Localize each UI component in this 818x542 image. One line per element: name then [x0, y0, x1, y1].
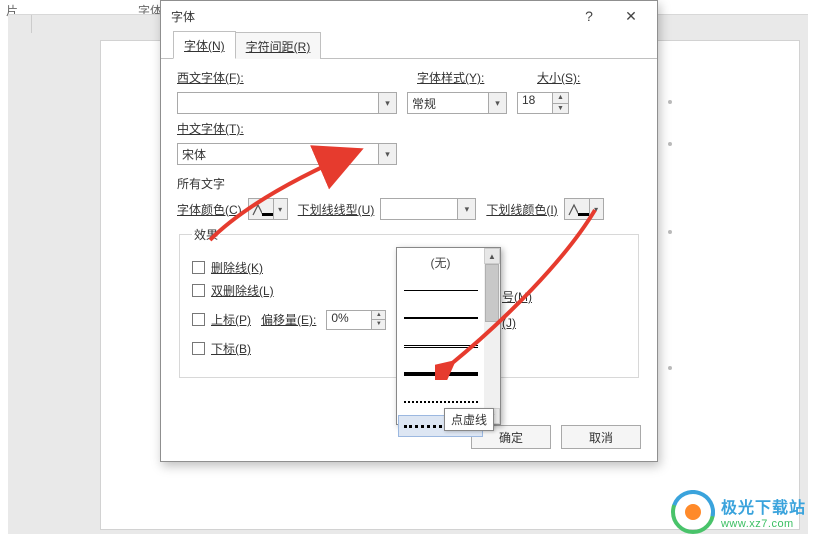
chevron-down-icon[interactable]: ▾: [457, 199, 475, 219]
dialog-tabs: 字体(N) 字符间距(R): [161, 31, 657, 59]
label-all-text: 所有文字: [177, 175, 641, 192]
chevron-down-icon[interactable]: ▾: [378, 93, 396, 113]
cancel-button[interactable]: 取消: [561, 425, 641, 449]
checkbox-superscript[interactable]: 上标(P): [192, 311, 251, 328]
underline-option-double[interactable]: [397, 332, 484, 360]
combo-asian-font-value: 宋体: [178, 146, 378, 163]
dialog-title: 字体: [171, 8, 569, 25]
combo-asian-font[interactable]: 宋体 ▾: [177, 143, 397, 165]
underline-style-dropdown: (无) ▲ ▼: [396, 247, 501, 425]
watermark-text-en: www.xz7.com: [721, 518, 806, 530]
dialog-titlebar: 字体 ? ✕: [161, 1, 657, 31]
checkbox-icon: [192, 342, 205, 355]
underline-color-swatch-icon: [565, 199, 589, 219]
handle-dot: [668, 230, 672, 234]
help-button[interactable]: ?: [569, 2, 609, 30]
label-font-style: 字体样式(Y):: [417, 69, 527, 86]
close-button[interactable]: ✕: [611, 2, 651, 30]
hidden-label-allcaps: (J): [502, 316, 516, 330]
handle-dot: [668, 366, 672, 370]
spin-offset[interactable]: 0% ▲ ▼: [326, 310, 386, 330]
label-effects: 效果: [192, 226, 220, 243]
font-color-button[interactable]: ▾: [248, 198, 288, 220]
underline-option-thick[interactable]: [397, 304, 484, 332]
checkbox-icon: [192, 284, 205, 297]
watermark-text-cn: 极光下载站: [721, 494, 806, 518]
checkbox-icon: [192, 261, 205, 274]
dialog-buttons: 确定 取消: [471, 425, 641, 449]
underline-option-none[interactable]: (无): [397, 248, 484, 276]
label-size: 大小(S):: [537, 69, 580, 86]
spin-down-icon[interactable]: ▼: [553, 104, 568, 114]
tab-font[interactable]: 字体(N): [173, 31, 236, 59]
dropdown-scrollbar[interactable]: ▲ ▼: [484, 248, 500, 424]
handle-dot: [668, 142, 672, 146]
tab-spacing[interactable]: 字符间距(R): [235, 32, 322, 59]
label-underline-style: 下划线线型(U): [298, 201, 375, 218]
underline-option-thin[interactable]: [397, 276, 484, 304]
chevron-down-icon[interactable]: ▾: [378, 144, 396, 164]
label-offset: 偏移量(E):: [261, 311, 316, 328]
handle-dot: [668, 100, 672, 104]
chevron-down-icon[interactable]: ▾: [589, 199, 603, 219]
slide-thumbnail-edge: [8, 15, 32, 33]
underline-tooltip: 点虚线: [444, 408, 494, 431]
combo-latin-font[interactable]: ▾: [177, 92, 397, 114]
chevron-down-icon[interactable]: ▾: [488, 93, 506, 113]
combo-font-style[interactable]: 常规 ▾: [407, 92, 507, 114]
spin-up-icon[interactable]: ▲: [372, 311, 385, 321]
watermark-logo-icon: [671, 490, 715, 534]
scroll-thumb[interactable]: [485, 264, 499, 322]
chevron-down-icon[interactable]: ▾: [273, 199, 287, 219]
label-underline-color: 下划线颜色(I): [486, 201, 557, 218]
underline-option-heavy[interactable]: [397, 360, 484, 388]
label-asian-font: 中文字体(T):: [177, 120, 244, 137]
underline-color-button[interactable]: ▾: [564, 198, 604, 220]
label-latin-font: 西文字体(F):: [177, 69, 407, 86]
spin-up-icon[interactable]: ▲: [553, 93, 568, 104]
spin-down-icon[interactable]: ▼: [372, 320, 385, 329]
spin-size-value: 18: [518, 93, 552, 113]
font-color-swatch-icon: [249, 199, 273, 219]
combo-font-style-value: 常规: [408, 95, 488, 112]
checkbox-icon: [192, 313, 205, 326]
spin-size[interactable]: 18 ▲ ▼: [517, 92, 569, 114]
label-font-color: 字体颜色(C): [177, 201, 242, 218]
watermark: 极光下载站 www.xz7.com: [671, 490, 806, 534]
hidden-label-smallcaps: 号(M): [502, 288, 532, 305]
scroll-up-icon[interactable]: ▲: [484, 248, 500, 264]
combo-underline-style[interactable]: ▾: [380, 198, 476, 220]
spin-offset-value: 0%: [327, 311, 371, 329]
scroll-track[interactable]: [484, 264, 500, 408]
